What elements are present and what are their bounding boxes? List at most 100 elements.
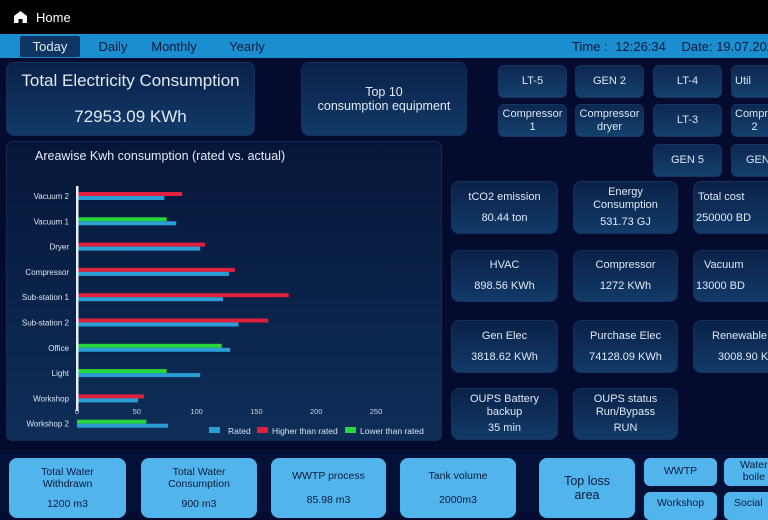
home-link[interactable]: Home <box>36 10 71 25</box>
metric-total-cost: Total cost 250000 BD <box>693 181 768 234</box>
bar-rated <box>77 246 201 251</box>
category-label: Light <box>52 369 70 378</box>
equipment-compressor-dryer[interactable]: Compressor dryer <box>575 104 644 137</box>
chart-title: Areawise Kwh consumption (rated vs. actu… <box>35 149 285 163</box>
loss-area-workshop[interactable]: Workshop <box>644 492 717 520</box>
legend-label-higher: Higher than rated <box>272 426 338 436</box>
water-title: WWTP process <box>292 469 365 482</box>
loss-area-wwtp[interactable]: WWTP <box>644 458 717 486</box>
legend-label-lower: Lower than rated <box>360 426 424 436</box>
metric-gen-elec: Gen Elec 3818.62 KWh <box>451 320 558 373</box>
metric-value: 898.56 KWh <box>474 280 535 293</box>
tab-yearly[interactable]: Yearly <box>222 36 272 57</box>
metric-oups-battery: OUPS Battery backup 35 min <box>451 388 558 440</box>
metric-value: 35 min <box>487 422 522 435</box>
metric-value: 3008.90 KWh <box>718 350 768 363</box>
equipment-compressor-2[interactable]: Compre 2 <box>731 104 768 137</box>
category-label: Vacuum 1 <box>34 217 70 226</box>
bar-rated <box>77 347 231 352</box>
equipment-lt-4[interactable]: LT-4 <box>653 65 722 98</box>
bar-actual-higher <box>77 267 235 272</box>
category-label: Workshop <box>33 394 69 403</box>
x-tick-label: 50 <box>133 407 141 416</box>
metric-energy-consumption: Energy Consumption 531.73 GJ <box>573 181 678 234</box>
bar-rated <box>77 221 177 226</box>
water-total-withdrawn: Total Water Withdrawn 1200 m3 <box>9 458 126 518</box>
equipment-lt-5[interactable]: LT-5 <box>498 65 567 98</box>
top-loss-area-button[interactable]: Top loss area <box>539 458 635 518</box>
metric-value: 80.44 ton <box>481 211 528 224</box>
metric-value: 13000 BD <box>696 280 745 293</box>
areawise-chart-panel: Areawise Kwh consumption (rated vs. actu… <box>6 141 442 441</box>
category-label: Dryer <box>49 243 69 252</box>
equipment-gen-2[interactable]: GEN 2 <box>575 65 644 98</box>
x-tick-label: 250 <box>370 407 383 416</box>
water-total-consumption: Total Water Consumption 900 m3 <box>141 458 257 518</box>
metric-title: Purchase Elec <box>590 329 661 342</box>
water-value: 2000m3 <box>439 493 477 506</box>
top10-label: Top 10 consumption equipment <box>317 84 451 113</box>
total-electricity-card: Total Electricity Consumption 72953.09 K… <box>6 62 255 136</box>
bar-rated <box>77 271 229 276</box>
metric-title: Compressor <box>595 259 656 272</box>
time-value: 12:26:34 <box>615 39 666 54</box>
metric-renewable: Renewable 3008.90 KWh <box>693 320 768 373</box>
top10-equipment-card[interactable]: Top 10 consumption equipment <box>301 62 467 136</box>
x-tick-label: 150 <box>250 407 263 416</box>
metric-value: RUN <box>613 422 638 435</box>
y-axis-line <box>76 186 79 411</box>
chart-legend: Rated Higher than rated Lower than rated <box>209 426 424 436</box>
bar-actual-higher <box>77 242 205 247</box>
tab-today[interactable]: Today <box>20 36 80 57</box>
equipment-gen[interactable]: GEN <box>731 144 768 177</box>
date-label: Date: <box>681 39 713 54</box>
metric-title: Gen Elec <box>481 329 528 342</box>
areawise-bar-chart: Areawise Kwh consumption (rated vs. actu… <box>22 149 424 436</box>
bar-rated <box>77 423 168 428</box>
loss-area-social[interactable]: Social <box>724 492 768 520</box>
metric-value: 250000 BD <box>696 211 752 224</box>
home-icon[interactable] <box>14 11 27 23</box>
metric-value: 531.73 GJ <box>600 216 651 228</box>
bar-rated <box>77 398 138 403</box>
metric-compressor: Compressor 1272 KWh <box>573 250 678 302</box>
loss-area-water-boiler[interactable]: Water boile <box>724 458 768 486</box>
date-value: 19.07.2023 <box>716 39 768 54</box>
total-electricity-value: 72953.09 KWh <box>74 107 187 127</box>
metric-value: 3818.62 KWh <box>471 350 538 363</box>
equipment-util[interactable]: Util <box>731 65 768 98</box>
bar-actual-higher <box>77 293 289 298</box>
metric-title: OUPS Battery backup <box>469 393 540 418</box>
bar-actual-lower <box>77 217 167 222</box>
bar-actual-higher <box>77 394 144 399</box>
water-title: Total Water Withdrawn <box>41 465 94 490</box>
metric-title: Renewable <box>712 329 768 342</box>
water-tank-volume: Tank volume 2000m3 <box>400 458 516 518</box>
tab-monthly[interactable]: Monthly <box>144 36 204 57</box>
legend-swatch-lower <box>345 427 356 433</box>
metric-vacuum: Vacuum 13000 BD <box>693 250 768 302</box>
metric-title: HVAC <box>489 259 520 272</box>
equipment-gen-5[interactable]: GEN 5 <box>653 144 722 177</box>
clock: Time : 12:26:34 Date: 19.07.2023 <box>572 39 768 54</box>
equipment-compressor-1[interactable]: Compressor 1 <box>498 104 567 137</box>
water-value: 900 m3 <box>181 498 217 510</box>
metric-title: tCO2 emission <box>468 190 541 203</box>
water-value: 85.98 m3 <box>306 493 351 506</box>
water-title: Tank volume <box>428 469 488 482</box>
legend-swatch-rated <box>209 427 220 433</box>
bar-actual-lower <box>77 369 167 374</box>
metric-value: 1272 KWh <box>599 280 652 293</box>
total-electricity-title: Total Electricity Consumption <box>21 71 240 91</box>
top-loss-label: Top loss area <box>564 473 610 502</box>
tab-daily[interactable]: Daily <box>88 36 138 57</box>
equipment-lt-3[interactable]: LT-3 <box>653 104 722 137</box>
metric-purchase-elec: Purchase Elec 74128.09 KWh <box>573 320 678 373</box>
bar-actual-lower <box>77 419 147 424</box>
water-value: 1200 m3 <box>47 498 88 510</box>
legend-label-rated: Rated <box>228 426 251 436</box>
legend-swatch-higher <box>257 427 268 433</box>
water-wwtp-process: WWTP process 85.98 m3 <box>271 458 386 518</box>
metric-oups-status: OUPS status Run/Bypass RUN <box>573 388 678 440</box>
category-label: Workshop 2 <box>26 420 69 429</box>
